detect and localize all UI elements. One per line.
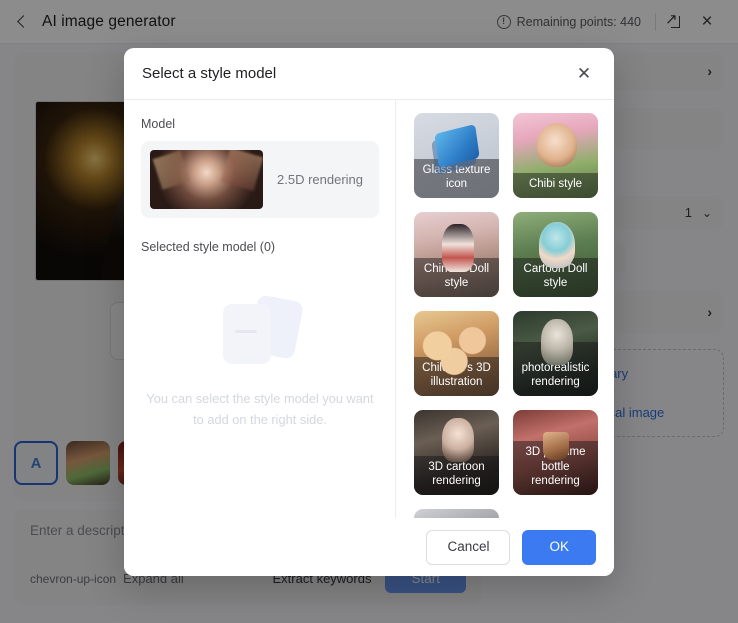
style-card-label: Chinese Doll style — [414, 257, 499, 297]
style-card[interactable]: Children's 3D illustration — [414, 311, 499, 396]
model-section-label: Model — [141, 117, 176, 131]
style-card[interactable]: 3D cartoon rendering — [414, 410, 499, 495]
ok-button[interactable]: OK — [522, 530, 596, 565]
dialog-footer: Cancel OK — [124, 518, 614, 576]
empty-state: You can select the style model you want … — [141, 254, 379, 518]
style-card-label: 3D cartoon rendering — [414, 455, 499, 495]
selected-style-model-label: Selected style model (0) — [141, 240, 276, 254]
style-card[interactable]: Cartoon Doll style — [513, 212, 598, 297]
empty-card-front — [223, 303, 271, 364]
style-card-label: Children's 3D illustration — [414, 356, 499, 396]
empty-card-line — [235, 329, 257, 333]
dialog-header: Select a style model ✕ — [124, 48, 614, 99]
dialog-title: Select a style model — [142, 65, 277, 82]
style-card[interactable] — [414, 509, 499, 518]
model-thumbnail — [150, 150, 263, 209]
style-card-label: Cartoon Doll style — [513, 257, 598, 297]
style-card[interactable]: 3D photorealistic rendering — [513, 311, 598, 396]
style-card-label: 3D photorealistic rendering — [513, 341, 598, 396]
cancel-button[interactable]: Cancel — [426, 530, 511, 565]
style-card-label: 3D perfume bottle rendering — [513, 440, 598, 495]
style-card[interactable]: 3D perfume bottle rendering — [513, 410, 598, 495]
empty-cards-icon — [217, 294, 305, 370]
style-card-label: Glass texture icon — [414, 158, 499, 198]
style-card-label: Chibi style — [513, 173, 598, 198]
style-card[interactable]: Glass texture icon — [414, 113, 499, 198]
style-card[interactable]: Chibi style — [513, 113, 598, 198]
dialog-close-icon[interactable]: ✕ — [572, 62, 596, 86]
dialog-right-panel[interactable]: Glass texture icon Chibi style Chinese Dol… — [396, 100, 614, 518]
style-model-dialog: Select a style model ✕ Model 2.5D render… — [124, 48, 614, 576]
dialog-left-panel: Model 2.5D rendering Selected style mode… — [124, 100, 396, 518]
dialog-body: Model 2.5D rendering Selected style mode… — [124, 99, 614, 518]
style-card-grid: Glass texture icon Chibi style Chinese Dol… — [414, 113, 600, 518]
empty-state-text: You can select the style model you want … — [146, 390, 374, 427]
style-card[interactable]: Chinese Doll style — [414, 212, 499, 297]
model-name: 2.5D rendering — [277, 172, 363, 187]
current-model-card[interactable]: 2.5D rendering — [141, 141, 379, 218]
